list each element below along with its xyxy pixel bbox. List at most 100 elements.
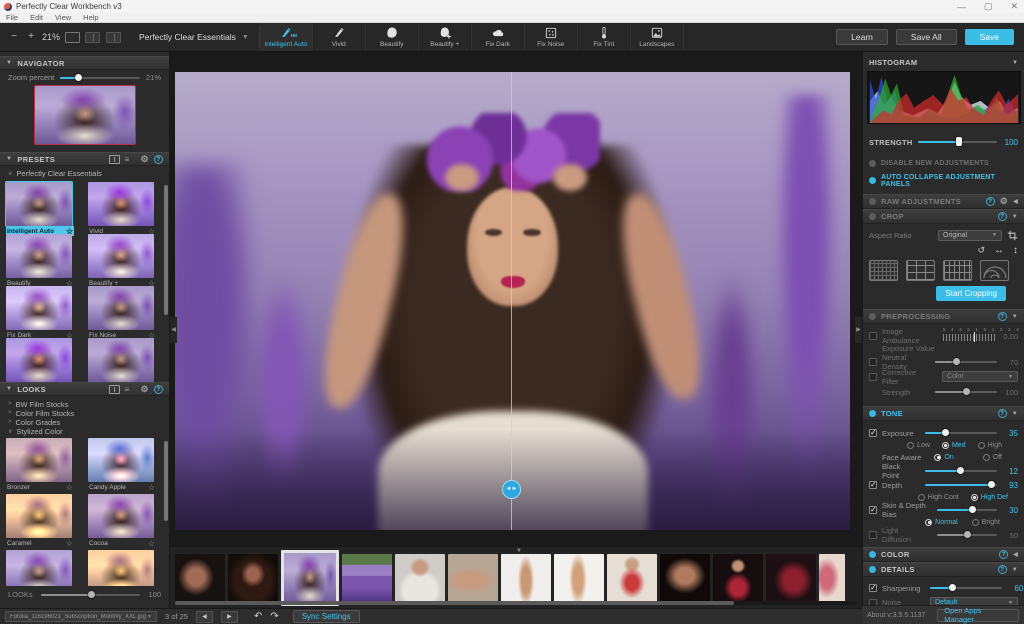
- grid-overlay-fine-button[interactable]: [869, 260, 898, 281]
- looks-header[interactable]: ▼ LOOKS ≡ ⚙ ?: [0, 382, 169, 396]
- expanded-triangle-icon[interactable]: ▼: [1012, 314, 1018, 320]
- exposure-value-ruler[interactable]: 5 4 3 2 1 0 1 2 3 4 5: [943, 329, 997, 343]
- light-diffusion-slider[interactable]: [937, 531, 997, 539]
- tone-header[interactable]: TONE ? ▼: [863, 406, 1024, 421]
- tool-beautify-plus[interactable]: Beautify +: [419, 23, 472, 51]
- rotate-icon[interactable]: ↺: [977, 245, 985, 256]
- grid-overlay-thirds-button[interactable]: [906, 260, 935, 281]
- zoom-in-button[interactable]: +: [25, 31, 37, 43]
- collapse-triangle-icon[interactable]: ▼: [1012, 60, 1018, 66]
- maximize-button[interactable]: ▢: [984, 1, 993, 12]
- corrective-filter-dropdown[interactable]: Color▼: [942, 371, 1018, 382]
- filename-dropdown[interactable]: Fotolia_116196021_Subscription_Monthly_X…: [5, 611, 157, 622]
- preset-item[interactable]: [6, 338, 74, 382]
- preprocessing-strength-slider[interactable]: [935, 388, 997, 396]
- star-icon[interactable]: ☆: [148, 539, 155, 548]
- light-diffusion-checkbox[interactable]: [869, 531, 877, 539]
- next-image-button[interactable]: ▶: [221, 611, 238, 623]
- flip-vertical-icon[interactable]: ↕: [1013, 245, 1018, 256]
- radio-high[interactable]: High: [978, 442, 1002, 449]
- grid-overlay-spiral-button[interactable]: [980, 260, 1009, 281]
- expanded-triangle-icon[interactable]: ▼: [1012, 567, 1018, 573]
- skin-depth-bias-checkbox[interactable]: [869, 506, 877, 514]
- corrective-filter-checkbox[interactable]: [869, 373, 877, 381]
- filmstrip-thumb[interactable]: [175, 554, 225, 602]
- previous-image-button[interactable]: ◀: [196, 611, 213, 623]
- collapse-left-panel-icon[interactable]: ◀: [170, 317, 177, 343]
- radio-face-on[interactable]: On: [934, 454, 953, 461]
- filmstrip-thumb-selected[interactable]: [281, 550, 339, 606]
- look-item[interactable]: [88, 550, 156, 586]
- presets-scrollbar[interactable]: [164, 185, 168, 315]
- collapsed-triangle-icon[interactable]: ◀: [1013, 551, 1018, 558]
- looks-group-row[interactable]: >Color Film Stocks: [0, 409, 169, 417]
- navigator-preview[interactable]: [35, 86, 135, 144]
- help-icon[interactable]: ?: [998, 409, 1007, 418]
- neutral-density-slider[interactable]: [935, 358, 997, 366]
- help-icon[interactable]: ?: [986, 197, 995, 206]
- look-item[interactable]: Candy Apple☆: [88, 438, 156, 492]
- looks-scrollbar[interactable]: [164, 441, 168, 521]
- side-by-side-view-button[interactable]: [106, 32, 121, 43]
- neutral-density-checkbox[interactable]: [869, 358, 877, 366]
- radio-high-cont[interactable]: High Cont: [918, 494, 959, 501]
- strength-slider[interactable]: [918, 138, 997, 146]
- star-icon[interactable]: ☆: [66, 539, 73, 548]
- thumbnail-view-icon[interactable]: [109, 385, 120, 394]
- filmstrip-thumb[interactable]: [766, 554, 816, 602]
- tool-fix-noise[interactable]: Fix Noise: [525, 23, 578, 51]
- section-enabled-dot[interactable]: [869, 213, 876, 220]
- open-apps-manager-button[interactable]: Open Apps Manager: [937, 609, 1019, 622]
- star-icon[interactable]: ☆: [66, 483, 73, 492]
- help-icon[interactable]: ?: [998, 212, 1007, 221]
- section-enabled-dot[interactable]: [869, 410, 876, 417]
- section-enabled-dot[interactable]: [869, 566, 876, 573]
- help-icon[interactable]: ?: [154, 155, 163, 164]
- preset-item[interactable]: Fix Noise☆: [88, 286, 156, 340]
- look-item[interactable]: [6, 550, 74, 586]
- gear-icon[interactable]: ⚙: [141, 385, 149, 394]
- image-canvas[interactable]: ◄► ◀ ▶: [170, 52, 862, 546]
- help-icon[interactable]: ?: [998, 312, 1007, 321]
- flip-horizontal-icon[interactable]: ↔: [994, 245, 1004, 256]
- split-view-button[interactable]: [85, 32, 100, 43]
- looks-group-row[interactable]: >Color Grades: [0, 418, 169, 426]
- gear-icon[interactable]: ⚙: [141, 155, 149, 164]
- navigator-header[interactable]: ▼ NAVIGATOR: [0, 56, 169, 70]
- filmstrip-thumb[interactable]: [660, 554, 710, 602]
- skin-depth-bias-slider[interactable]: [937, 506, 997, 514]
- looks-strength-slider[interactable]: [41, 591, 141, 599]
- help-icon[interactable]: ?: [998, 565, 1007, 574]
- crop-header[interactable]: CROP ? ▼: [863, 209, 1024, 224]
- expanded-triangle-icon[interactable]: ▼: [1012, 214, 1018, 220]
- preset-item[interactable]: Vivid☆: [88, 182, 156, 236]
- preset-group-row[interactable]: ∨ Perfectly Clear Essentials: [0, 169, 169, 177]
- menu-help[interactable]: Help: [83, 13, 98, 22]
- color-header[interactable]: COLOR ? ◀: [863, 547, 1024, 562]
- radio-low[interactable]: Low: [907, 442, 930, 449]
- preset-item[interactable]: Beautify +☆: [88, 234, 156, 288]
- details-header[interactable]: DETAILS ? ▼: [863, 562, 1024, 577]
- depth-slider[interactable]: [925, 481, 997, 489]
- section-enabled-dot[interactable]: [869, 313, 876, 320]
- tool-landscapes[interactable]: Landscapes: [631, 23, 684, 51]
- preset-item[interactable]: Fix Dark☆: [6, 286, 74, 340]
- minimize-button[interactable]: —: [957, 2, 966, 12]
- section-enabled-dot[interactable]: [869, 551, 876, 558]
- help-icon[interactable]: ?: [154, 385, 163, 394]
- looks-group-row[interactable]: >BW Film Stocks: [0, 400, 169, 408]
- filmstrip-thumb[interactable]: [342, 554, 392, 602]
- preset-item[interactable]: Intelligent Auto☆: [6, 182, 74, 236]
- menu-view[interactable]: View: [55, 13, 71, 22]
- about-version[interactable]: About v:3.5.5.1137: [867, 612, 925, 619]
- auto-collapse-toggle[interactable]: [869, 177, 876, 184]
- exposure-slider[interactable]: [925, 429, 997, 437]
- depth-checkbox[interactable]: [869, 481, 877, 489]
- list-view-icon[interactable]: ≡: [125, 385, 136, 394]
- filmstrip-thumb[interactable]: [228, 554, 278, 602]
- help-icon[interactable]: ?: [999, 550, 1008, 559]
- expanded-triangle-icon[interactable]: ▼: [1012, 411, 1018, 417]
- thumbnail-view-icon[interactable]: [109, 155, 120, 164]
- radio-bright[interactable]: Bright: [972, 519, 1000, 526]
- look-item[interactable]: Caramel☆: [6, 494, 74, 548]
